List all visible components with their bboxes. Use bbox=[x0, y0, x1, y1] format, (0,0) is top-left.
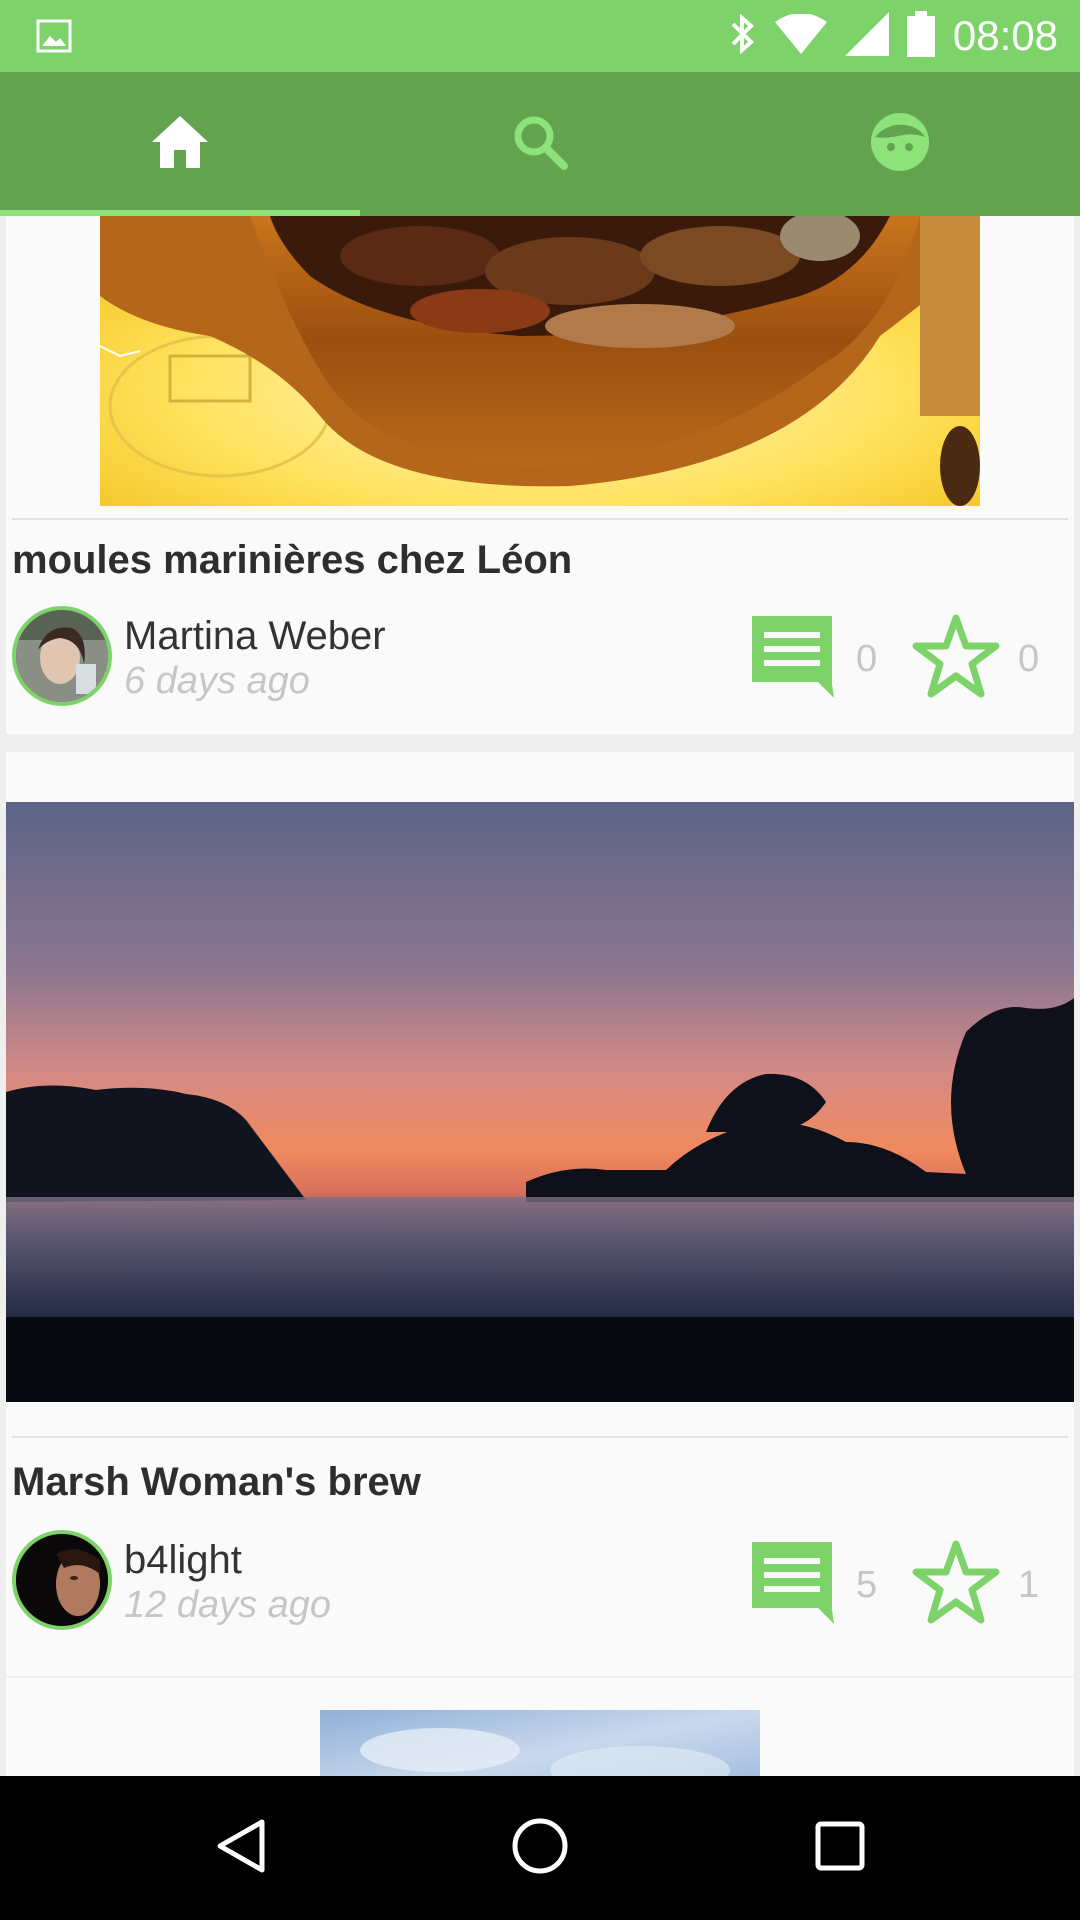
post-card[interactable]: moules marinières chez Léon Martina Webe… bbox=[6, 216, 1074, 734]
image-notification-icon bbox=[36, 18, 72, 54]
tab-bar bbox=[0, 72, 1080, 216]
system-nav-bar bbox=[0, 1776, 1080, 1920]
author-name[interactable]: b4light bbox=[124, 1538, 242, 1583]
post-photo[interactable] bbox=[6, 802, 1074, 1402]
comment-count: 0 bbox=[856, 638, 878, 680]
bluetooth-icon bbox=[729, 12, 757, 61]
post-card[interactable]: Marsh Woman's brew b4light 12 days ago 5 bbox=[6, 752, 1074, 1676]
back-button[interactable] bbox=[140, 1776, 340, 1920]
battery-icon bbox=[906, 10, 935, 62]
post-photo[interactable] bbox=[320, 1710, 760, 1776]
post-time: 12 days ago bbox=[124, 1584, 332, 1626]
comment-count: 5 bbox=[856, 1564, 878, 1606]
divider bbox=[12, 518, 1068, 520]
wifi-icon bbox=[774, 12, 827, 59]
status-bar: 08:08 bbox=[0, 0, 1080, 72]
divider bbox=[12, 1436, 1068, 1438]
star-count: 1 bbox=[1018, 1564, 1040, 1606]
clock: 08:08 bbox=[952, 12, 1058, 59]
status-icons: 08:08 bbox=[729, 0, 1058, 72]
comment-icon[interactable] bbox=[748, 1538, 836, 1626]
post-time: 6 days ago bbox=[124, 660, 310, 702]
recents-button[interactable] bbox=[740, 1776, 940, 1920]
tab-home[interactable] bbox=[0, 72, 360, 216]
back-icon bbox=[212, 1816, 268, 1881]
recents-icon bbox=[814, 1820, 866, 1877]
avatar[interactable] bbox=[12, 606, 112, 706]
post-photo[interactable] bbox=[100, 216, 980, 506]
post-title[interactable]: moules marinières chez Léon bbox=[12, 538, 572, 583]
home-icon bbox=[150, 114, 210, 175]
signal-icon bbox=[844, 11, 889, 61]
post-title[interactable]: Marsh Woman's brew bbox=[12, 1460, 421, 1505]
profile-face-icon bbox=[869, 111, 931, 178]
tab-profile[interactable] bbox=[720, 72, 1080, 216]
star-icon[interactable] bbox=[910, 610, 1002, 702]
star-icon[interactable] bbox=[910, 1536, 1002, 1628]
avatar[interactable] bbox=[12, 1530, 112, 1630]
feed-list[interactable]: moules marinières chez Léon Martina Webe… bbox=[0, 216, 1080, 1776]
home-button[interactable] bbox=[440, 1776, 640, 1920]
search-icon bbox=[512, 114, 568, 175]
post-card[interactable] bbox=[6, 1678, 1074, 1776]
author-name[interactable]: Martina Weber bbox=[124, 614, 386, 659]
comment-icon[interactable] bbox=[748, 612, 836, 700]
star-count: 0 bbox=[1018, 638, 1040, 680]
home-circle-icon bbox=[510, 1816, 570, 1881]
tab-search[interactable] bbox=[360, 72, 720, 216]
